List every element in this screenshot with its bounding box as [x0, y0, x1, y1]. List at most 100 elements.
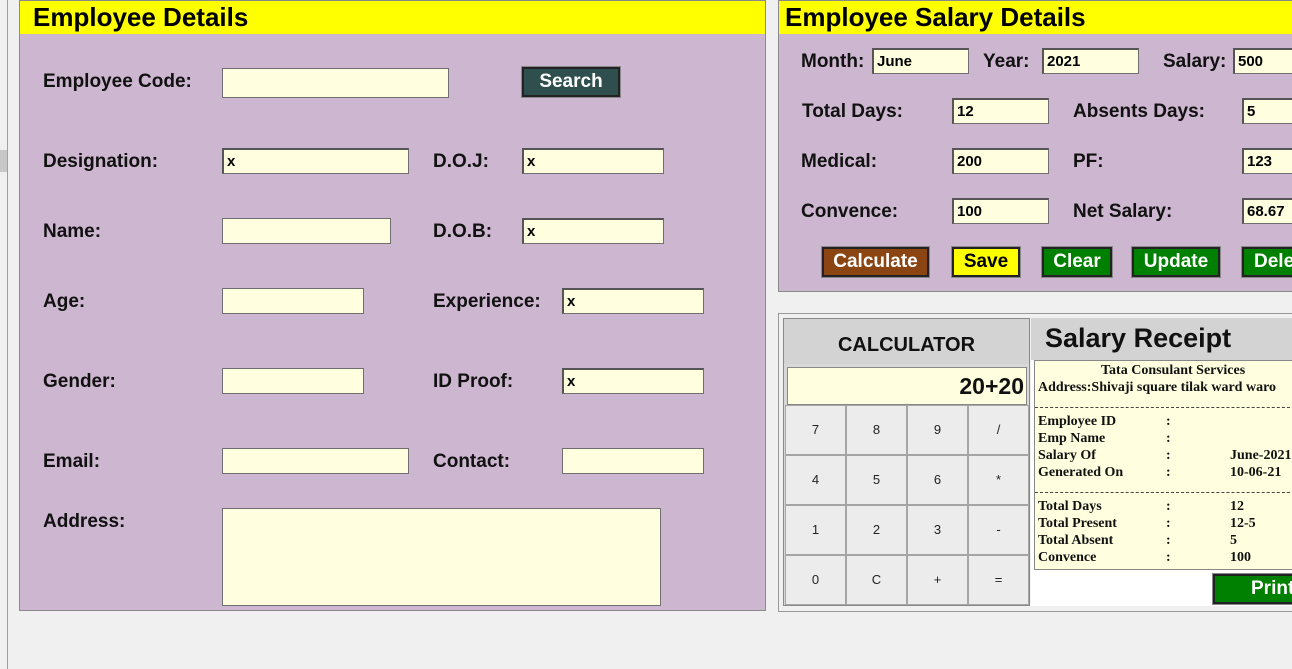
age-input[interactable]	[222, 288, 364, 314]
receipt-row-label: Employee ID	[1038, 414, 1117, 429]
receipt-title: Salary Receipt	[1045, 323, 1232, 353]
save-button[interactable]: Save	[951, 246, 1021, 278]
calculate-button[interactable]: Calculate	[821, 246, 930, 278]
contact-input[interactable]	[562, 448, 704, 474]
receipt-row-label: Generated On	[1038, 465, 1124, 480]
total-days-label: Total Days:	[802, 101, 904, 122]
receipt-divider-top	[1035, 407, 1292, 408]
id-proof-label: ID Proof:	[433, 371, 514, 392]
update-button[interactable]: Update	[1131, 246, 1221, 278]
receipt-row-separator: :	[1166, 533, 1171, 548]
calc-key[interactable]: *	[968, 455, 1029, 505]
receipt-row-label: Convence	[1038, 550, 1097, 565]
receipt-row-separator: :	[1166, 516, 1171, 531]
receipt-row-separator: :	[1166, 465, 1171, 480]
delete-button[interactable]: Dele	[1241, 246, 1292, 278]
receipt-row-value: 10-06-21	[1230, 465, 1282, 480]
calc-key[interactable]: 2	[846, 505, 907, 555]
calc-key[interactable]: 0	[785, 555, 846, 605]
receipt-row-label: Salary Of	[1038, 448, 1096, 463]
address-textarea[interactable]	[222, 508, 661, 606]
month-input[interactable]	[872, 48, 969, 74]
search-button[interactable]: Search	[521, 66, 621, 98]
employee-code-input[interactable]	[222, 68, 449, 98]
convence-input[interactable]	[952, 198, 1049, 224]
medical-label: Medical:	[801, 151, 878, 172]
receipt-row-separator: :	[1166, 499, 1171, 514]
receipt-row-separator: :	[1166, 550, 1171, 565]
calc-key[interactable]: 7	[785, 405, 846, 455]
print-button[interactable]: Print	[1212, 573, 1292, 605]
receipt-row-label: Total Absent	[1038, 533, 1114, 548]
receipt-row-value: June-2021	[1230, 448, 1292, 463]
convence-label: Convence:	[801, 201, 899, 222]
name-input[interactable]	[222, 218, 391, 244]
calc-key[interactable]: 5	[846, 455, 907, 505]
calculator-display: 20+20	[787, 367, 1027, 405]
year-label: Year:	[983, 51, 1030, 72]
receipt-row-separator: :	[1166, 414, 1171, 429]
year-input[interactable]	[1042, 48, 1139, 74]
net-salary-label: Net Salary:	[1073, 201, 1173, 222]
receipt-row-label: Total Days	[1038, 499, 1102, 514]
month-label: Month:	[801, 51, 865, 72]
calc-key[interactable]: 9	[907, 405, 968, 455]
calc-key[interactable]: /	[968, 405, 1029, 455]
net-salary-input[interactable]	[1242, 198, 1292, 224]
experience-input[interactable]	[562, 288, 704, 314]
salary-details-panel: Employee Salary Details Month: Year: Sal…	[778, 0, 1292, 292]
gender-input[interactable]	[222, 368, 364, 394]
address-label: Address:	[43, 511, 126, 532]
pf-label: PF:	[1073, 151, 1104, 172]
medical-input[interactable]	[952, 148, 1049, 174]
email-input[interactable]	[222, 448, 409, 474]
contact-label: Contact:	[433, 451, 511, 472]
age-label: Age:	[43, 291, 86, 312]
calc-key[interactable]: +	[907, 555, 968, 605]
calc-key[interactable]: 8	[846, 405, 907, 455]
window-left-border	[7, 0, 8, 669]
absents-days-input[interactable]	[1242, 98, 1292, 124]
designation-label: Designation:	[43, 151, 159, 172]
total-days-input[interactable]	[952, 98, 1049, 124]
calc-key[interactable]: 6	[907, 455, 968, 505]
calc-key[interactable]: -	[968, 505, 1029, 555]
experience-label: Experience:	[433, 291, 541, 312]
employee-details-panel: Employee Details Employee Code: Search D…	[19, 0, 766, 611]
calc-key[interactable]: 4	[785, 455, 846, 505]
calculator-panel: CALCULATOR 20+20 7 8 9/ 4 5 6 * 1 2 3- 0 C + =	[783, 318, 1030, 606]
receipt-row-label: Emp Name	[1038, 431, 1106, 446]
receipt-row-value: 12-5	[1230, 516, 1256, 531]
doj-input[interactable]	[522, 148, 664, 174]
receipt-row-separator: :	[1166, 448, 1171, 463]
id-proof-input[interactable]	[562, 368, 704, 394]
receipt-row-label: Total Present	[1038, 516, 1117, 531]
calc-key[interactable]: 3	[907, 505, 968, 555]
receipt-row-value: 5	[1230, 533, 1237, 548]
pf-input[interactable]	[1242, 148, 1292, 174]
receipt-body: Tata Consulant Services Address:Shivaji …	[1034, 360, 1292, 570]
calc-key[interactable]: 1	[785, 505, 846, 555]
designation-input[interactable]	[222, 148, 409, 174]
dob-input[interactable]	[522, 218, 664, 244]
salary-input[interactable]	[1233, 48, 1292, 74]
email-label: Email:	[43, 451, 101, 472]
calculator-title: CALCULATOR	[784, 319, 1029, 364]
salary-label: Salary:	[1163, 51, 1227, 72]
salary-receipt-panel: Salary Receipt Tata Consulant Services A…	[1031, 318, 1292, 606]
receipt-divider-middle	[1035, 492, 1292, 493]
receipt-company: Tata Consulant Services	[1101, 363, 1246, 378]
receipt-row-separator: :	[1166, 431, 1171, 446]
salary-details-title: Employee Salary Details	[779, 1, 1292, 34]
calc-key[interactable]: C	[846, 555, 907, 605]
gender-label: Gender:	[43, 371, 116, 392]
clear-button[interactable]: Clear	[1041, 246, 1113, 278]
employee-code-label: Employee Code:	[43, 71, 192, 92]
doj-label: D.O.J:	[433, 151, 489, 172]
absents-days-label: Absents Days:	[1073, 101, 1205, 122]
window-left-handle	[0, 150, 7, 172]
name-label: Name:	[43, 221, 102, 242]
calc-key[interactable]: =	[968, 555, 1029, 605]
receipt-row-value: 12	[1230, 499, 1244, 514]
employee-details-title: Employee Details	[20, 1, 765, 34]
